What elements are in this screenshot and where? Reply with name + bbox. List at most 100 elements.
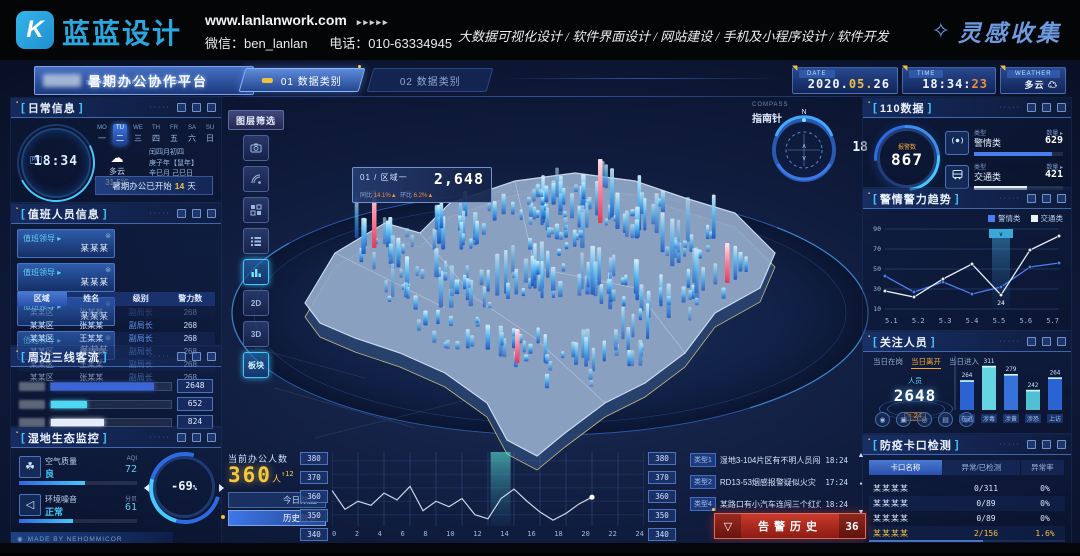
window-icon[interactable] bbox=[192, 433, 201, 442]
alert-scroll-controls[interactable]: ▲ ● ▼ bbox=[856, 452, 866, 516]
weekday-TH[interactable]: TH四 bbox=[149, 124, 163, 145]
x-tick: 18 bbox=[554, 530, 562, 538]
eco-gauge: -69% bbox=[153, 456, 215, 518]
svg-text:264: 264 bbox=[962, 372, 973, 379]
weather-label: WEATHER bbox=[1007, 70, 1060, 78]
minimize-icon[interactable] bbox=[1027, 337, 1036, 346]
alert-history-button[interactable]: ▽ 告警历史 36 bbox=[714, 513, 866, 539]
layer-button-camera-icon[interactable] bbox=[243, 135, 269, 161]
window-icon[interactable] bbox=[1042, 337, 1051, 346]
gauge-right-arrow-icon[interactable] bbox=[219, 484, 224, 492]
weekday-WE[interactable]: WE三 bbox=[131, 124, 145, 145]
checkpoint-row[interactable]: 某某某某2/2681.6% bbox=[869, 541, 1065, 556]
window-icon[interactable] bbox=[1042, 440, 1051, 449]
layer-button-list-icon[interactable] bbox=[243, 228, 269, 254]
expand-icon[interactable] bbox=[1057, 440, 1066, 449]
weekday-FR[interactable]: FR五 bbox=[167, 124, 181, 145]
time-block: ◥ TIME 18:34:23 bbox=[902, 67, 996, 94]
close-icon[interactable]: ⊗ bbox=[105, 266, 111, 274]
layer-button-grid-icon[interactable] bbox=[243, 197, 269, 223]
layer-button-2D[interactable]: 2D bbox=[243, 290, 269, 316]
tab-data-category-2[interactable]: 02 数据类别 bbox=[367, 68, 494, 92]
minimize-icon[interactable] bbox=[1027, 103, 1036, 112]
minimize-icon[interactable] bbox=[177, 209, 186, 218]
tab-data-category-1[interactable]: 01 数据类别 bbox=[239, 68, 366, 92]
checkpoint-tab[interactable]: 异常/已检测 bbox=[943, 460, 1021, 475]
x-tick: 6 bbox=[400, 530, 404, 538]
expand-icon[interactable] bbox=[207, 433, 216, 442]
layer-button-radar-icon[interactable] bbox=[243, 166, 269, 192]
expand-icon[interactable] bbox=[207, 103, 216, 112]
checkpoint-tab[interactable]: 卡口名称 bbox=[869, 460, 943, 475]
table-row[interactable]: 某某区王某某副局长268 bbox=[17, 332, 215, 345]
close-icon[interactable]: ⊗ bbox=[105, 232, 111, 240]
window-icon[interactable] bbox=[192, 352, 201, 361]
window-icon[interactable] bbox=[1042, 103, 1051, 112]
brand-url[interactable]: www.lanlanwork.com▸▸▸▸▸ bbox=[205, 12, 389, 28]
alert-time: 18:24 bbox=[825, 456, 848, 465]
x-tick: 5.3 bbox=[939, 317, 952, 325]
svg-text:涉恐: 涉恐 bbox=[1027, 415, 1039, 423]
alert-text: 湿地3-104片区有不明人员闯入 bbox=[720, 455, 822, 466]
checkpoint-row[interactable]: 某某某某0/890% bbox=[869, 496, 1065, 511]
table-row[interactable]: 某某区张某某副局长268 bbox=[17, 319, 215, 332]
focus-mini-icon-1[interactable]: ◉ bbox=[875, 412, 890, 427]
checkpoint-tab[interactable]: 异常率 bbox=[1021, 460, 1065, 475]
expand-icon[interactable] bbox=[207, 209, 216, 218]
expand-icon[interactable] bbox=[207, 352, 216, 361]
focus-tab[interactable]: 当日离开 bbox=[911, 356, 941, 369]
panel-police-trend: ▪[警情警力趋势]····· 警情类交通类 9070503010∨24 5.15… bbox=[862, 188, 1072, 331]
layer-button-板块[interactable]: 板块 bbox=[243, 352, 269, 378]
expand-icon[interactable] bbox=[1057, 194, 1066, 203]
minimize-icon[interactable] bbox=[1027, 194, 1036, 203]
window-icon[interactable] bbox=[192, 209, 201, 218]
alert-row[interactable]: 类型1 湿地3-104片区有不明人员闯入 18:24 bbox=[690, 452, 848, 468]
office-line-chart[interactable] bbox=[332, 452, 644, 532]
panel-passenger-flow: ▪[周边三线客流]····· 2648 652 824 bbox=[10, 346, 222, 427]
minimize-icon[interactable] bbox=[177, 352, 186, 361]
svg-text:上访: 上访 bbox=[1049, 415, 1061, 423]
gauge-left-arrow-icon[interactable] bbox=[144, 484, 149, 492]
y-tick: 340 bbox=[300, 528, 328, 541]
table-row[interactable]: 某某区张某某副局长268 bbox=[17, 306, 215, 319]
alert-time: 18:24 bbox=[825, 500, 848, 509]
minimize-icon[interactable] bbox=[177, 103, 186, 112]
collect-link[interactable]: ✧ 灵感收集 bbox=[932, 14, 1062, 48]
table-header: 区域姓名级别警力数 bbox=[17, 292, 215, 306]
scroll-up-icon[interactable]: ▲ bbox=[858, 452, 865, 459]
weekday-SU[interactable]: SU日 bbox=[203, 124, 217, 145]
x-tick: 5.1 bbox=[885, 317, 898, 325]
duty-card[interactable]: 值班领导 ▸⊗某某某 bbox=[17, 229, 115, 258]
checkpoint-row[interactable]: 某某某某0/3110% bbox=[869, 481, 1065, 496]
trend-line-chart[interactable]: 9070503010∨24 bbox=[867, 221, 1063, 315]
redacted-label bbox=[19, 418, 45, 427]
notice-bar: 暑期办公已开始14天 bbox=[95, 176, 213, 195]
focus-tab[interactable]: 当日在岗 bbox=[873, 356, 903, 369]
expand-icon[interactable] bbox=[1057, 103, 1066, 112]
weekday-SA[interactable]: SA六 bbox=[185, 124, 199, 145]
compass-dial[interactable]: N ∧ ∨ bbox=[768, 108, 840, 188]
minimize-icon[interactable] bbox=[177, 433, 186, 442]
window-icon[interactable] bbox=[1042, 194, 1051, 203]
focus-bar-chart[interactable]: 264在逃311涉毒279涉黄242涉恐264上访 bbox=[951, 354, 1069, 430]
x-tick: 2 bbox=[355, 530, 359, 538]
window-icon[interactable] bbox=[192, 103, 201, 112]
x-tick: 16 bbox=[527, 530, 535, 538]
checkpoint-row[interactable]: 某某某某0/890% bbox=[869, 511, 1065, 526]
scroll-dot-icon[interactable]: ● bbox=[859, 481, 862, 487]
scrollbar[interactable] bbox=[869, 540, 1065, 542]
weekday-MO[interactable]: MO一 bbox=[95, 124, 109, 145]
layer-button-bar-chart-icon[interactable] bbox=[243, 259, 269, 285]
focus-mini-icon-2[interactable]: ▣ bbox=[896, 412, 911, 427]
minimize-icon[interactable] bbox=[1027, 440, 1036, 449]
duty-card[interactable]: 值班领导 ▸⊗某某某 bbox=[17, 263, 115, 292]
x-tick: 22 bbox=[608, 530, 616, 538]
checkpoint-row[interactable]: 某某某某2/1561.6% bbox=[869, 526, 1065, 541]
focus-mini-icon-3[interactable]: ◎ bbox=[917, 412, 932, 427]
alert-text: 某路口有小汽车连闯三个红灯 bbox=[720, 499, 822, 510]
expand-icon[interactable] bbox=[1057, 337, 1066, 346]
layer-button-3D[interactable]: 3D bbox=[243, 321, 269, 347]
alert-row[interactable]: 类型2 RD13-53烟感报警疑似火灾 17:24 bbox=[690, 474, 848, 490]
weekday-TU[interactable]: TU二 bbox=[113, 124, 127, 145]
svg-text:∨: ∨ bbox=[999, 232, 1003, 238]
